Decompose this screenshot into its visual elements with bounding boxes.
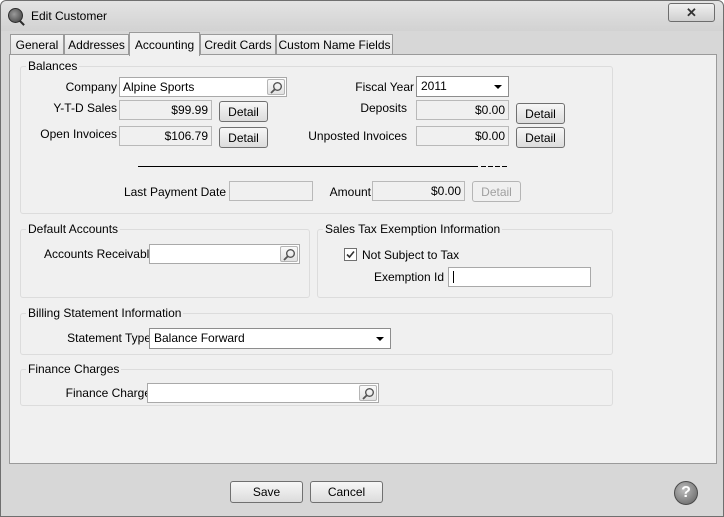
checkmark-icon [346,250,355,259]
sales-tax-group: Sales Tax Exemption Information Not Subj… [317,222,613,298]
fiscal-year-select[interactable]: 2011 [416,76,509,97]
sales-tax-group-title: Sales Tax Exemption Information [323,222,503,236]
tab-general[interactable]: General [10,34,64,55]
statement-type-value: Balance Forward [154,331,245,345]
unposted-invoices-field: $0.00 [416,126,509,146]
tab-accounting[interactable]: Accounting [129,32,200,56]
fiscal-year-label: Fiscal Year [355,80,414,94]
finance-charge-field[interactable] [147,383,379,403]
save-button[interactable]: Save [230,481,303,503]
exemption-id-label: Exemption Id [373,270,444,284]
not-subject-to-tax-checkbox[interactable] [344,248,357,261]
divider-dashes [481,166,509,167]
finance-charges-group-title: Finance Charges [26,362,122,376]
title-bar[interactable]: Edit Customer ✕ [1,1,723,31]
magnifier-icon [283,249,295,261]
accounts-receivable-label: Accounts Receivable [43,247,156,261]
magnifier-icon [270,82,282,94]
chevron-down-icon [494,85,502,89]
accounts-receivable-field[interactable] [149,244,300,264]
statement-type-label: Statement Type [67,331,151,345]
cancel-button[interactable]: Cancel [310,481,383,503]
amount-detail-button[interactable]: Detail [472,181,521,202]
tab-custom-name-fields[interactable]: Custom Name Fields [276,34,393,55]
finance-charge-label: Finance Charge [65,386,151,400]
company-field[interactable]: Alpine Sports [119,77,287,97]
chevron-down-icon [376,337,384,341]
finance-charges-group: Finance Charges Finance Charge [20,362,613,406]
accounting-tab-panel: Balances Company Alpine Sports Fiscal Ye… [9,54,717,464]
default-accounts-group: Default Accounts Accounts Receivable [20,222,310,298]
amount-label: Amount [329,185,371,199]
tab-addresses[interactable]: Addresses [64,34,129,55]
deposits-field: $0.00 [416,100,509,120]
window-title: Edit Customer [31,9,108,23]
deposits-detail-button[interactable]: Detail [516,103,565,124]
open-invoices-label: Open Invoices [40,127,117,141]
balances-group-title: Balances [26,59,80,73]
app-search-icon [8,8,23,23]
deposits-label: Deposits [360,101,407,115]
close-icon: ✕ [686,4,697,20]
last-payment-date-field [229,181,313,201]
default-accounts-group-title: Default Accounts [26,222,121,236]
accounts-receivable-lookup-button[interactable] [280,246,298,262]
unposted-invoices-label: Unposted Invoices [308,129,407,143]
magnifier-icon [362,388,374,400]
billing-statement-group-title: Billing Statement Information [26,306,184,320]
statement-type-select[interactable]: Balance Forward [149,328,391,349]
company-label: Company [65,80,117,94]
billing-statement-group: Billing Statement Information Statement … [20,306,613,355]
open-invoices-detail-button[interactable]: Detail [219,127,268,148]
finance-charge-lookup-button[interactable] [359,385,377,401]
open-invoices-field: $106.79 [119,126,212,146]
ytd-sales-field: $99.99 [119,100,212,120]
text-cursor [453,271,454,283]
divider-line [138,166,478,167]
not-subject-to-tax-label: Not Subject to Tax [362,248,460,262]
ytd-sales-label: Y-T-D Sales [53,101,117,115]
last-payment-date-label: Last Payment Date [123,185,226,199]
company-lookup-button[interactable] [267,79,285,95]
company-value: Alpine Sports [123,80,195,94]
unposted-invoices-detail-button[interactable]: Detail [516,127,565,148]
help-icon[interactable]: ? [674,481,698,505]
close-button[interactable]: ✕ [668,3,715,22]
amount-field: $0.00 [372,181,465,201]
fiscal-year-value: 2011 [421,79,447,93]
edit-customer-window: Edit Customer ✕ General Addresses Accoun… [0,0,724,517]
exemption-id-field[interactable] [448,267,591,287]
ytd-sales-detail-button[interactable]: Detail [219,101,268,122]
balances-group: Balances Company Alpine Sports Fiscal Ye… [20,59,613,214]
tab-credit-cards[interactable]: Credit Cards [200,34,276,55]
